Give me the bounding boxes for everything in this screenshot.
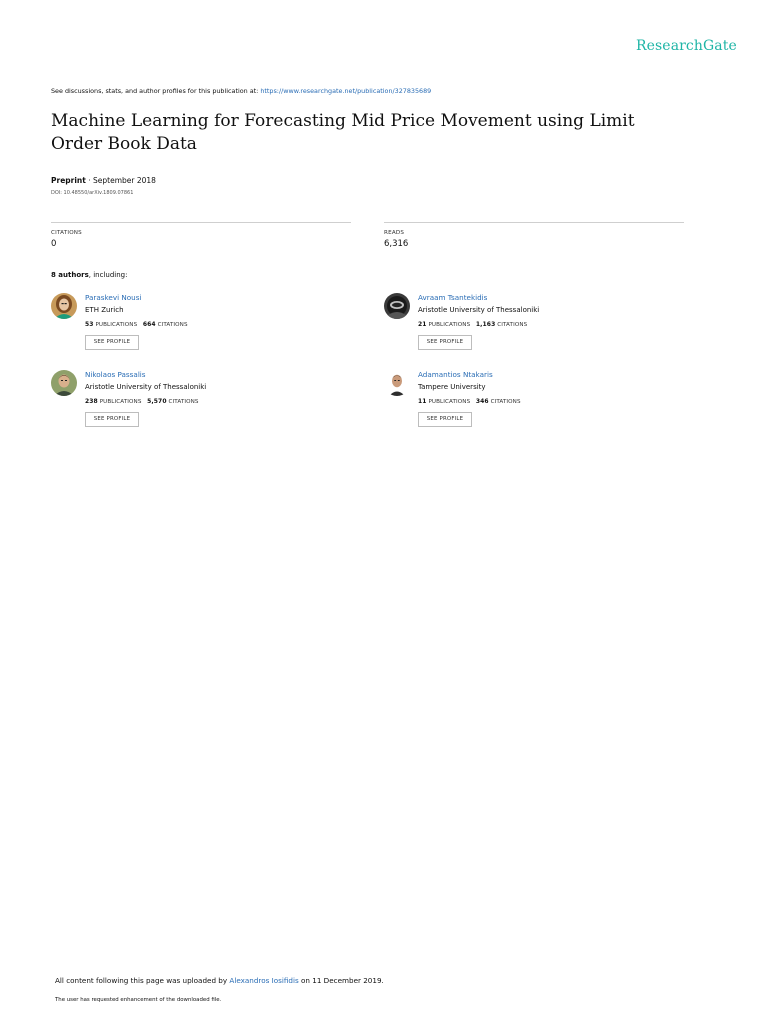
author-stats: 21 PUBLICATIONS 1,163 CITATIONS [418, 321, 527, 328]
author-affiliation: Tampere University [418, 383, 486, 391]
discussion-line: See discussions, stats, and author profi… [51, 87, 431, 95]
see-profile-button[interactable]: SEE PROFILE [85, 412, 139, 427]
citations-count: 346 [475, 398, 489, 405]
authors-heading: 8 authors, including: [51, 271, 127, 279]
author-stats: 238 PUBLICATIONS 5,570 CITATIONS [85, 398, 199, 405]
reads-divider [384, 222, 684, 223]
authors-suffix: , including: [88, 271, 128, 279]
citations-label: CITATIONS [51, 230, 82, 236]
author-card: Nikolaos Passalis Aristotle University o… [51, 370, 351, 440]
upload-prefix: All content following this page was uplo… [55, 976, 230, 985]
reads-value: 6,316 [384, 239, 409, 249]
citations-label: CITATIONS [155, 322, 188, 328]
citations-count: 5,570 [147, 398, 167, 405]
publication-meta: Preprint · September 2018 [51, 176, 156, 185]
woman-portrait-icon[interactable] [51, 293, 77, 319]
author-card: Avraam Tsantekidis Aristotle University … [384, 293, 684, 363]
man-portrait-white-bg-icon[interactable] [384, 370, 410, 396]
publications-label: PUBLICATIONS [426, 322, 471, 328]
see-profile-button[interactable]: SEE PROFILE [418, 335, 472, 350]
publication-title: Machine Learning for Forecasting Mid Pri… [51, 111, 635, 154]
publications-label: PUBLICATIONS [97, 399, 142, 405]
author-affiliation: Aristotle University of Thessaloniki [418, 306, 540, 314]
publication-type: Preprint [51, 176, 86, 185]
author-stats: 11 PUBLICATIONS 346 CITATIONS [418, 398, 521, 405]
citations-count: 664 [142, 321, 156, 328]
citations-count: 1,163 [475, 321, 496, 328]
publication-doi: DOI: 10.48550/arXiv.1809.07861 [51, 190, 134, 196]
see-profile-button[interactable]: SEE PROFILE [418, 412, 472, 427]
man-portrait-icon[interactable] [51, 370, 77, 396]
citations-divider [51, 222, 351, 223]
publication-link[interactable]: https://www.researchgate.net/publication… [260, 87, 431, 95]
citations-value: 0 [51, 239, 57, 249]
publications-label: PUBLICATIONS [426, 399, 471, 405]
see-profile-button[interactable]: SEE PROFILE [85, 335, 139, 350]
citations-label: CITATIONS [166, 399, 199, 405]
author-name[interactable]: Avraam Tsantekidis [418, 293, 487, 302]
author-card: Paraskevi Nousi ETH Zurich 53 PUBLICATIO… [51, 293, 351, 363]
helmet-portrait-icon[interactable] [384, 293, 410, 319]
publications-count: 238 [85, 398, 98, 405]
author-name[interactable]: Paraskevi Nousi [85, 293, 141, 302]
publication-date: · September 2018 [85, 176, 156, 185]
author-stats: 53 PUBLICATIONS 664 CITATIONS [85, 321, 188, 328]
author-name[interactable]: Nikolaos Passalis [85, 370, 146, 379]
publications-count: 11 [418, 398, 427, 405]
uploader-link[interactable]: Alexandros Iosifidis [229, 976, 298, 985]
authors-count: 8 authors [51, 271, 89, 279]
author-affiliation: Aristotle University of Thessaloniki [85, 383, 207, 391]
upload-suffix: on 11 December 2019. [298, 976, 384, 985]
publications-count: 53 [85, 321, 94, 328]
enhancement-note: The user has requested enhancement of th… [55, 997, 222, 1003]
citations-label: CITATIONS [488, 399, 521, 405]
reads-label: READS [384, 230, 405, 236]
citations-label: CITATIONS [495, 322, 528, 328]
researchgate-logo[interactable]: ResearchGate [636, 38, 737, 54]
upload-notice: All content following this page was uplo… [55, 976, 384, 985]
publications-label: PUBLICATIONS [93, 322, 138, 328]
author-name[interactable]: Adamantios Ntakaris [418, 370, 493, 379]
author-card: Adamantios Ntakaris Tampere University 1… [384, 370, 684, 440]
author-affiliation: ETH Zurich [85, 306, 124, 314]
publications-count: 21 [418, 321, 427, 328]
discussion-prefix: See discussions, stats, and author profi… [51, 87, 261, 95]
